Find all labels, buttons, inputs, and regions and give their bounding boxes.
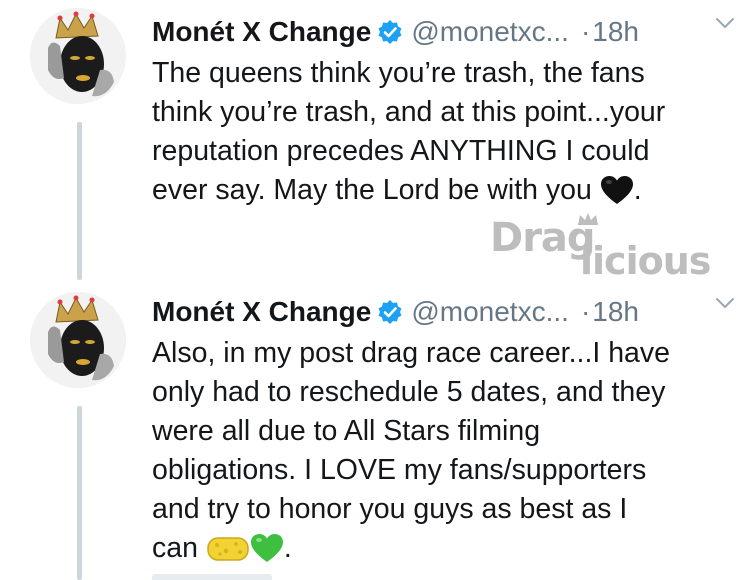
separator-dot: · <box>580 16 591 47</box>
tweet-text-line: Also, in my post drag race career...I ha… <box>152 337 670 369</box>
green-heart-emoji <box>250 533 284 574</box>
chevron-down-icon[interactable] <box>714 12 736 39</box>
author-handle[interactable]: @monetxc... <box>411 16 569 47</box>
verified-badge-icon <box>377 18 403 54</box>
tweet-text-line: The queens think you’re trash, the fans <box>152 57 645 89</box>
tweet-text-line: were all due to All Stars filming <box>152 415 541 447</box>
author-name[interactable]: Monét X Change <box>152 16 371 47</box>
thread-connector-line <box>77 406 82 580</box>
tweet-text: Also, in my post drag race career...I ha… <box>152 334 732 574</box>
tweet-text-segment: . <box>633 174 642 206</box>
tweet-text-line: and try to honor you guys as best as I <box>152 493 628 525</box>
tweet-text-segment: ever say. May the Lord be with you <box>152 174 592 206</box>
author-name[interactable]: Monét X Change <box>152 296 371 327</box>
chevron-down-icon[interactable] <box>714 292 736 319</box>
verified-badge-icon <box>377 298 403 334</box>
thread-connector-line <box>77 122 82 280</box>
watermark-logo: Drag licious <box>488 212 724 282</box>
black-heart-emoji <box>600 175 634 216</box>
tweet-timestamp[interactable]: 18h <box>592 16 639 47</box>
sponge-emoji <box>206 535 250 574</box>
tweet-text-line: can . <box>152 529 732 574</box>
crown-icon <box>576 212 600 231</box>
tweet-timestamp[interactable]: 18h <box>592 296 639 327</box>
tweet[interactable]: Monét X Change @monetxc... ·18h Also, in m… <box>0 280 750 580</box>
author-avatar[interactable] <box>30 292 126 388</box>
avatar-image <box>30 292 126 388</box>
tweet-text-line: think you’re trash, and at this point...… <box>152 96 666 128</box>
tweet-text-line: obligations. I LOVE my fans/supporters <box>152 454 647 486</box>
avatar-image <box>30 8 126 104</box>
watermark-text: licious <box>580 239 711 283</box>
author-avatar[interactable] <box>30 8 126 104</box>
separator-dot: · <box>580 296 591 327</box>
tweet-text-line: ever say. May the Lord be with you . <box>152 171 732 216</box>
tweet-header: Monét X Change @monetxc... ·18h <box>152 14 732 50</box>
tweet-text: The queens think you’re trash, the fans … <box>152 54 732 216</box>
tweet-text-line: reputation precedes ANYTHING I could <box>152 135 650 167</box>
tweet-text-segment: . <box>283 532 292 564</box>
tweet-text-line: only had to reschedule 5 dates, and they <box>152 376 666 408</box>
next-tweet-preview <box>152 574 272 580</box>
tweet-header: Monét X Change @monetxc... ·18h <box>152 294 732 330</box>
tweet-text-segment: can <box>152 532 198 564</box>
author-handle[interactable]: @monetxc... <box>411 296 569 327</box>
